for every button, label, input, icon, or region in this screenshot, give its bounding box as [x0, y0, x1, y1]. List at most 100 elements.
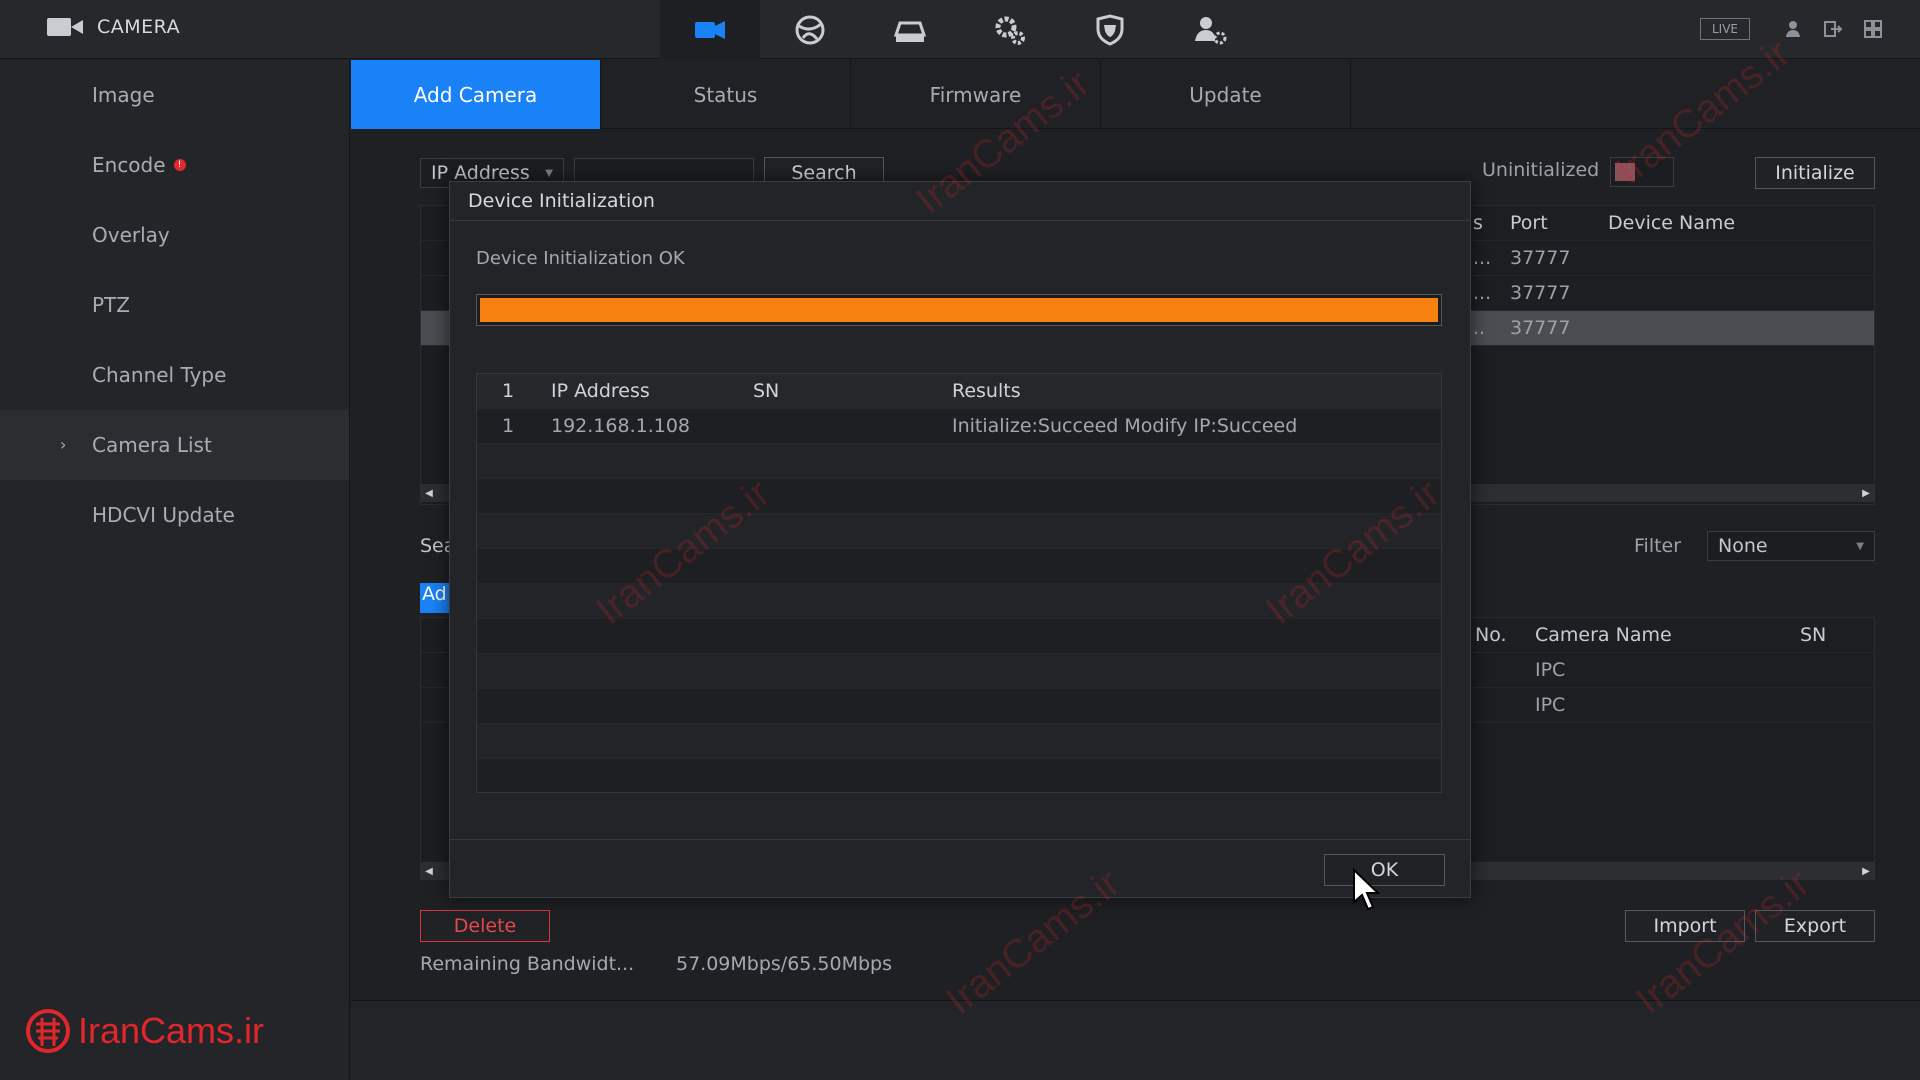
tab-bar: Add Camera Status Firmware Update: [351, 60, 1920, 129]
user-icon[interactable]: [1782, 18, 1804, 40]
uninitialized-label: Uninitialized: [1482, 159, 1600, 181]
alert-badge: !: [173, 159, 186, 171]
ok-button[interactable]: OK: [1324, 854, 1445, 886]
uninitialized-swatch: [1615, 163, 1635, 181]
empty-row: [477, 584, 1441, 619]
device-initialization-dialog: Device Initialization Device Initializat…: [449, 181, 1471, 898]
cell: ...: [1473, 247, 1492, 269]
uninitialized-toggle[interactable]: [1610, 157, 1674, 187]
chevron-down-icon: ▼: [1856, 540, 1864, 552]
logout-icon[interactable]: [1822, 18, 1844, 40]
tab-add-camera[interactable]: Add Camera: [351, 60, 601, 129]
main-nav: [660, 0, 1260, 59]
empty-row: [477, 759, 1441, 792]
column-header: IP Address: [551, 380, 650, 402]
column-header: Device Name: [1608, 212, 1736, 234]
cell: 37777: [1510, 282, 1571, 304]
empty-row: [477, 619, 1441, 654]
dialog-status-text: Device Initialization OK: [476, 248, 685, 269]
cell: ...: [1473, 282, 1492, 304]
sidebar-item-label: HDCVI Update: [92, 503, 235, 527]
app-title-text: CAMERA: [97, 16, 181, 38]
live-button[interactable]: LIVE: [1700, 18, 1750, 40]
app-title: CAMERA: [47, 16, 180, 38]
empty-row: [477, 479, 1441, 514]
camera-title-icon: [47, 16, 83, 38]
status-strip: [351, 1000, 1920, 1080]
result-table-header: 1 IP Address SN Results: [477, 374, 1441, 409]
cell: IPC: [1535, 659, 1566, 681]
mouse-cursor-icon: [1353, 868, 1381, 911]
sidebar-item-label: Encode: [92, 153, 166, 177]
column-header: SN: [1800, 624, 1827, 646]
empty-row: [477, 514, 1441, 549]
cell: IPC: [1535, 694, 1566, 716]
sidebar-item-encode[interactable]: Encode!: [0, 130, 349, 200]
table-row[interactable]: 1 192.168.1.108 Initialize:Succeed Modif…: [477, 409, 1441, 444]
cell: ..: [1473, 317, 1486, 339]
dialog-title: Device Initialization: [450, 182, 1470, 221]
cell: 192.168.1.108: [551, 415, 691, 437]
sidebar-item-hdcvi-update[interactable]: HDCVI Update: [0, 480, 349, 550]
column-header: Camera Name: [1535, 624, 1672, 646]
irancams-logo: IranCams.ir: [24, 1006, 264, 1056]
sidebar-item-ptz[interactable]: PTZ: [0, 270, 349, 340]
sidebar-item-label: Camera List: [92, 433, 212, 457]
progress-fill: [480, 298, 1438, 322]
empty-row: [477, 689, 1441, 724]
cell: Initialize:Succeed Modify IP:Succeed: [952, 415, 1298, 437]
tab-firmware[interactable]: Firmware: [851, 60, 1101, 129]
delete-button[interactable]: Delete: [420, 910, 550, 942]
result-table: 1 IP Address SN Results 1 192.168.1.108 …: [476, 373, 1442, 793]
filter-label: Filter: [1634, 535, 1682, 557]
scroll-right-icon[interactable]: ▶: [1857, 484, 1875, 502]
column-header: 1: [502, 380, 515, 402]
chevron-right-icon: ›: [60, 435, 67, 454]
tab-update[interactable]: Update: [1101, 60, 1351, 129]
filter-value: None: [1718, 535, 1768, 557]
logo-icon: [26, 1009, 70, 1053]
filter-dropdown[interactable]: None ▼: [1707, 531, 1875, 561]
tab-status[interactable]: Status: [601, 60, 851, 129]
chevron-down-icon: ▼: [545, 167, 553, 179]
top-right-icons: [1782, 18, 1884, 40]
initialize-button[interactable]: Initialize: [1755, 157, 1875, 189]
sidebar-item-overlay[interactable]: Overlay: [0, 200, 349, 270]
column-header: No.: [1475, 624, 1507, 646]
cell: 37777: [1510, 317, 1571, 339]
empty-row: [477, 654, 1441, 689]
grid-icon[interactable]: [1862, 18, 1884, 40]
add-button[interactable]: Ad: [420, 583, 452, 613]
sidebar-item-label: Image: [92, 83, 155, 107]
sidebar-item-label: Channel Type: [92, 363, 227, 387]
export-button[interactable]: Export: [1755, 910, 1875, 942]
empty-row: [477, 724, 1441, 759]
network-globe-icon[interactable]: [760, 0, 860, 59]
security-shield-icon[interactable]: [1060, 0, 1160, 59]
scroll-left-icon[interactable]: ◀: [420, 862, 438, 880]
scroll-right-icon[interactable]: ▶: [1857, 862, 1875, 880]
bandwidth-label: Remaining Bandwidt...: [420, 953, 635, 975]
cell: 37777: [1510, 247, 1571, 269]
dialog-divider: [450, 839, 1470, 840]
logo-text: IranCams.ir: [78, 1010, 265, 1051]
sidebar: Image Encode! Overlay PTZ Channel Type ›…: [0, 60, 350, 1080]
system-gears-icon[interactable]: [960, 0, 1060, 59]
sidebar-item-image[interactable]: Image: [0, 60, 349, 130]
column-header: Port: [1510, 212, 1548, 234]
scroll-left-icon[interactable]: ◀: [420, 484, 438, 502]
sidebar-item-channel-type[interactable]: Channel Type: [0, 340, 349, 410]
sidebar-item-label: Overlay: [92, 223, 170, 247]
account-icon[interactable]: [1160, 0, 1260, 59]
cell: 1: [502, 415, 515, 437]
column-header: SN: [753, 380, 780, 402]
empty-row: [477, 549, 1441, 584]
camera-icon[interactable]: [660, 0, 760, 59]
storage-icon[interactable]: [860, 0, 960, 59]
sidebar-item-camera-list[interactable]: › Camera List: [0, 410, 349, 480]
import-button[interactable]: Import: [1625, 910, 1745, 942]
column-header: s: [1473, 212, 1483, 234]
top-bar: CAMERA LIVE: [0, 0, 1920, 59]
progress-bar: [476, 294, 1442, 326]
sidebar-item-label: PTZ: [92, 293, 130, 317]
